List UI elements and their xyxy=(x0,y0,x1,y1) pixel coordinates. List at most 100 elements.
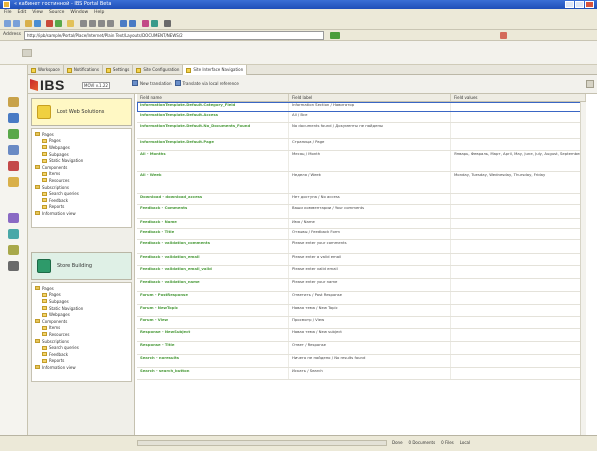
field-values-cell[interactable] xyxy=(451,254,586,265)
table-row[interactable]: Forum - PostResponse Ответить / Post Resp… xyxy=(137,292,586,305)
field-label-cell[interactable]: Please enter your comments xyxy=(289,240,451,253)
folder-icon[interactable] xyxy=(25,20,32,27)
table-row[interactable]: Feedback - validation_email Please enter … xyxy=(137,254,586,266)
column-header[interactable]: Field label xyxy=(289,94,451,101)
table-row[interactable]: Feedback - Name Имя / Name xyxy=(137,219,586,229)
column-header[interactable]: Field name xyxy=(137,94,289,101)
field-name-cell[interactable]: Feedback - validation_email xyxy=(137,254,289,265)
tree-item[interactable]: Search queries xyxy=(35,190,131,197)
table-row[interactable]: Response - NewSubject Новая тема / New su… xyxy=(137,329,586,342)
tree-item[interactable]: Subscriptions xyxy=(35,338,131,345)
edit-icon[interactable] xyxy=(500,32,507,39)
field-label-cell[interactable]: Искать / Search xyxy=(289,368,451,379)
save-icon[interactable] xyxy=(34,20,41,27)
field-label-cell[interactable]: Новая тема / New Topic xyxy=(289,305,451,316)
tree-item[interactable]: Information view xyxy=(35,364,131,371)
field-name-cell[interactable]: InformationTemplate.Default.Page xyxy=(137,139,289,150)
menu-item[interactable]: View xyxy=(32,9,43,17)
table-row[interactable]: Feedback - validation_name Please enter y… xyxy=(137,279,586,292)
tree-item[interactable]: Subscriptions xyxy=(35,184,131,191)
back-icon[interactable] xyxy=(4,20,11,27)
tree-item[interactable]: Webpages xyxy=(35,144,131,151)
new-translation-button[interactable]: New translation xyxy=(132,80,172,86)
field-label-cell[interactable]: Please enter your name xyxy=(289,279,451,291)
table-row[interactable]: Search - noresults Ничего не найдено / No… xyxy=(137,355,586,368)
field-label-cell[interactable]: Новая тема / New subject xyxy=(289,329,451,341)
table-row[interactable]: All - Months Месяц / Month Январь, Февраль… xyxy=(137,151,586,172)
panel-toggle-icon[interactable] xyxy=(586,80,594,88)
settings-icon[interactable] xyxy=(8,261,19,271)
field-values-cell[interactable] xyxy=(451,305,586,316)
user-icon[interactable] xyxy=(8,213,19,223)
tools-icon[interactable] xyxy=(8,161,19,171)
tree-item[interactable]: Pages xyxy=(35,285,131,292)
field-values-cell[interactable] xyxy=(451,279,586,291)
search-icon[interactable] xyxy=(142,20,149,27)
menu-item[interactable]: Help xyxy=(94,9,104,17)
address-input[interactable]: http://ipb/sample/Portal/Place/Internet/… xyxy=(24,31,324,40)
field-label-cell[interactable]: Нет доступа / No access xyxy=(289,194,451,204)
sidebar-section-header[interactable]: Store Building xyxy=(31,252,132,280)
field-name-cell[interactable]: Response - Title xyxy=(137,342,289,354)
folder-icon[interactable] xyxy=(8,97,19,107)
table-row[interactable]: Forum - NewTopic Новая тема / New Topic xyxy=(137,305,586,317)
field-label-cell[interactable]: Please enter valid email xyxy=(289,266,451,278)
tree-item[interactable]: Items xyxy=(35,171,131,178)
document-tab[interactable]: Settings xyxy=(103,65,134,75)
tree-item[interactable]: Information view xyxy=(35,210,131,217)
tree-item[interactable]: Reports xyxy=(35,204,131,211)
field-name-cell[interactable]: Forum - View xyxy=(137,317,289,328)
print-icon[interactable] xyxy=(80,20,87,27)
field-name-cell[interactable]: Feedback - Comments xyxy=(137,205,289,218)
copy-icon[interactable] xyxy=(98,20,105,27)
field-label-cell[interactable]: Information Section / Навигатор xyxy=(289,102,451,111)
field-name-cell[interactable]: Search - noresults xyxy=(137,355,289,367)
field-label-cell[interactable]: All / Все xyxy=(289,112,451,122)
home-icon[interactable] xyxy=(67,20,74,27)
table-row[interactable]: InformationTemplate.Default.Page Страница… xyxy=(137,139,586,151)
tree-item[interactable]: Components xyxy=(35,164,131,171)
column-header[interactable]: Field values xyxy=(451,94,586,101)
table-row[interactable]: Feedback - validation_email_valid Please … xyxy=(137,266,586,279)
refresh-icon[interactable] xyxy=(55,20,62,27)
field-name-cell[interactable]: Forum - NewTopic xyxy=(137,305,289,316)
minimize-button[interactable] xyxy=(565,1,574,8)
field-values-cell[interactable] xyxy=(451,292,586,304)
field-values-cell[interactable] xyxy=(451,102,586,111)
document-tab[interactable]: Notifications xyxy=(64,65,103,75)
field-name-cell[interactable]: All - Week xyxy=(137,172,289,193)
link-icon[interactable] xyxy=(151,20,158,27)
field-name-cell[interactable]: Feedback - validation_name xyxy=(137,279,289,291)
field-values-cell[interactable] xyxy=(451,219,586,228)
page-icon[interactable] xyxy=(22,49,32,57)
field-values-cell[interactable]: Январь, Февраль, Март, April, May, June,… xyxy=(451,151,586,171)
translate-button[interactable]: Translate via local reference xyxy=(174,80,239,86)
field-values-cell[interactable] xyxy=(451,240,586,253)
tree-item[interactable]: Static Navigation xyxy=(35,305,131,312)
field-values-cell[interactable] xyxy=(451,368,586,379)
tree-item[interactable]: Items xyxy=(35,325,131,332)
tree-item[interactable]: Webpages xyxy=(35,311,131,318)
redo-icon[interactable] xyxy=(129,20,136,27)
table-row[interactable]: Download - download_access Нет доступа / … xyxy=(137,194,586,205)
settings-icon[interactable] xyxy=(164,20,171,27)
field-values-cell[interactable] xyxy=(451,342,586,354)
undo-icon[interactable] xyxy=(120,20,127,27)
document-icon[interactable] xyxy=(8,113,19,123)
tree-item[interactable]: Components xyxy=(35,318,131,325)
field-label-cell[interactable]: No documents found / Документы не найден… xyxy=(289,123,451,138)
tree-item[interactable]: Pages xyxy=(35,138,131,145)
field-label-cell[interactable]: Имя / Name xyxy=(289,219,451,228)
sidebar-section-header[interactable]: Lost Web Solutions xyxy=(31,98,132,126)
mail-icon[interactable] xyxy=(8,229,19,239)
tree-item[interactable]: Static Navigation xyxy=(35,157,131,164)
tree-item[interactable]: Pages xyxy=(35,292,131,299)
field-name-cell[interactable]: InformationTemplate.Default.Category_Fie… xyxy=(137,102,289,111)
table-row[interactable]: Response - Title Ответ / Response xyxy=(137,342,586,355)
field-label-cell[interactable]: Месяц / Month xyxy=(289,151,451,171)
cut-icon[interactable] xyxy=(89,20,96,27)
field-values-cell[interactable] xyxy=(451,205,586,218)
field-name-cell[interactable]: All - Months xyxy=(137,151,289,171)
tree-item[interactable]: Resources xyxy=(35,177,131,184)
field-label-cell[interactable]: Ничего не найдено / No results found xyxy=(289,355,451,367)
